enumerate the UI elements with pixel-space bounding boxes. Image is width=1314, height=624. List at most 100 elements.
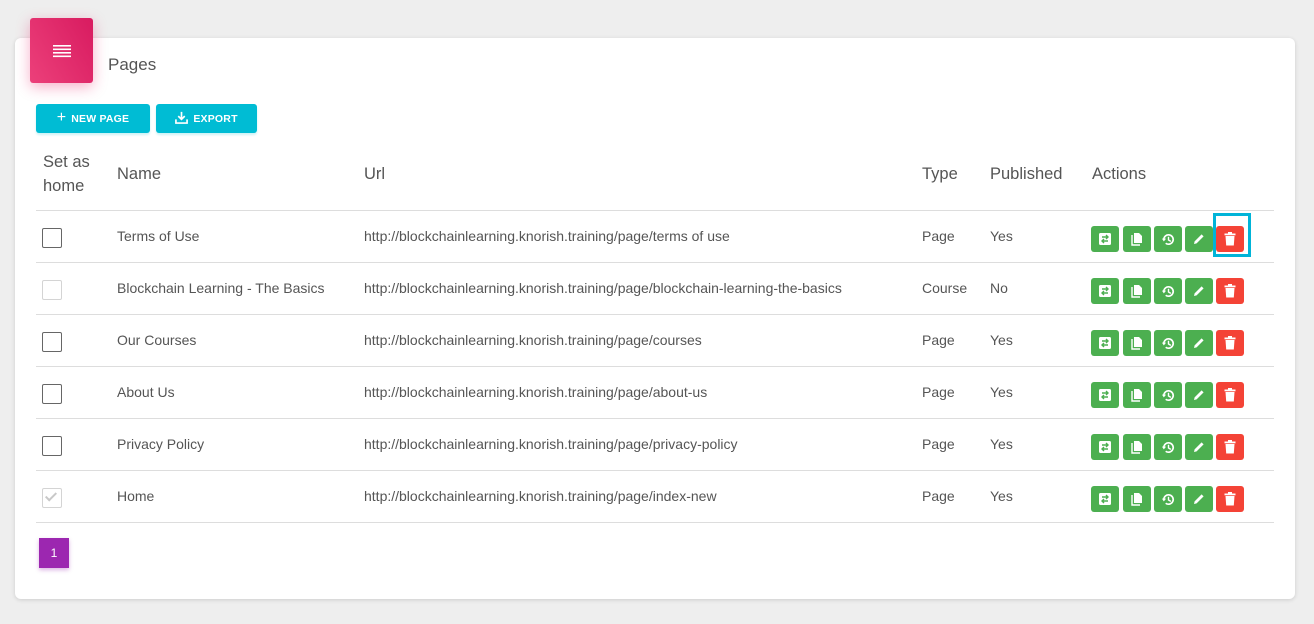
swap-button[interactable] (1091, 434, 1119, 460)
copy-icon (1130, 232, 1144, 246)
copy-button[interactable] (1123, 226, 1151, 252)
edit-button[interactable] (1185, 434, 1213, 460)
set-as-home-checkbox (42, 280, 62, 300)
page-name: Privacy Policy (117, 436, 205, 452)
column-header-name: Name (117, 165, 162, 183)
edit-icon (1192, 232, 1206, 246)
column-header-url: Url (364, 165, 386, 183)
edit-icon (1192, 492, 1206, 506)
column-header-set-home: Set as home (43, 150, 90, 198)
swap-icon (1098, 388, 1112, 402)
set-home-line2: home (43, 177, 85, 195)
copy-button[interactable] (1123, 278, 1151, 304)
edit-button[interactable] (1185, 382, 1213, 408)
export-label: EXPORT (193, 112, 238, 125)
swap-button[interactable] (1091, 330, 1119, 356)
history-button[interactable] (1154, 486, 1182, 512)
history-button[interactable] (1154, 434, 1182, 460)
swap-button[interactable] (1091, 278, 1119, 304)
set-home-line1: Set as (43, 153, 90, 171)
copy-icon (1130, 336, 1144, 350)
set-as-home-checkbox[interactable] (42, 384, 62, 404)
edit-icon (1192, 284, 1206, 298)
new-page-label: NEW PAGE (71, 112, 130, 125)
table-row: Home http://blockchainlearning.knorish.tr… (0, 471, 1314, 523)
swap-button[interactable] (1091, 382, 1119, 408)
check-icon (44, 489, 58, 502)
edit-icon (1192, 388, 1206, 402)
delete-icon (1224, 440, 1236, 454)
copy-button[interactable] (1123, 434, 1151, 460)
column-header-published: Published (990, 165, 1063, 183)
history-icon (1161, 284, 1176, 299)
copy-icon (1130, 284, 1144, 298)
page-published: No (990, 280, 1008, 296)
history-button[interactable] (1154, 226, 1182, 252)
edit-icon (1192, 336, 1206, 350)
swap-button[interactable] (1091, 226, 1119, 252)
download-icon (175, 111, 189, 127)
page-name: Home (117, 488, 155, 504)
set-as-home-checkbox[interactable] (42, 436, 62, 456)
delete-button[interactable] (1216, 382, 1244, 408)
copy-button[interactable] (1123, 486, 1151, 512)
column-header-type: Type (922, 165, 958, 183)
plus-icon: + (56, 108, 67, 126)
column-header-actions: Actions (1092, 165, 1147, 183)
swap-icon (1098, 492, 1112, 506)
table-row: About Us http://blockchainlearning.knoris… (0, 367, 1314, 419)
delete-icon (1224, 492, 1236, 506)
page-url: http://blockchainlearning.knorish.traini… (364, 228, 730, 244)
page-name: Blockchain Learning - The Basics (117, 280, 325, 296)
swap-button[interactable] (1091, 486, 1119, 512)
history-button[interactable] (1154, 382, 1182, 408)
export-button[interactable]: EXPORT (156, 104, 257, 133)
swap-icon (1098, 336, 1112, 350)
page-type: Page (922, 488, 955, 504)
page-url: http://blockchainlearning.knorish.traini… (364, 488, 717, 504)
page-url: http://blockchainlearning.knorish.traini… (364, 384, 708, 400)
copy-button[interactable] (1123, 330, 1151, 356)
copy-button[interactable] (1123, 382, 1151, 408)
delete-button[interactable] (1216, 330, 1244, 356)
edit-button[interactable] (1185, 278, 1213, 304)
history-icon (1161, 492, 1176, 507)
page-type: Page (922, 228, 955, 244)
page-published: Yes (990, 436, 1013, 452)
set-as-home-checkbox (42, 488, 62, 508)
edit-icon (1192, 440, 1206, 454)
history-icon (1161, 336, 1176, 351)
set-as-home-checkbox[interactable] (42, 228, 62, 248)
pagination-page-1[interactable]: 1 (39, 538, 69, 568)
history-button[interactable] (1154, 278, 1182, 304)
edit-button[interactable] (1185, 486, 1213, 512)
edit-button[interactable] (1185, 330, 1213, 356)
new-page-button[interactable]: + NEW PAGE (36, 104, 150, 133)
edit-button[interactable] (1185, 226, 1213, 252)
page-type: Page (922, 384, 955, 400)
delete-icon (1224, 284, 1236, 298)
page-type: Page (922, 332, 955, 348)
delete-button[interactable] (1216, 434, 1244, 460)
list-icon (30, 18, 93, 83)
swap-icon (1098, 440, 1112, 454)
history-button[interactable] (1154, 330, 1182, 356)
history-icon (1161, 388, 1176, 403)
delete-button[interactable] (1216, 278, 1244, 304)
delete-button[interactable] (1216, 226, 1244, 252)
delete-icon (1224, 336, 1236, 350)
delete-button[interactable] (1216, 486, 1244, 512)
page-title: Pages (108, 55, 157, 74)
page-published: Yes (990, 332, 1013, 348)
set-as-home-checkbox[interactable] (42, 332, 62, 352)
page-url: http://blockchainlearning.knorish.traini… (364, 332, 702, 348)
copy-icon (1130, 388, 1144, 402)
page-published: Yes (990, 488, 1013, 504)
row-divider (36, 522, 1274, 523)
delete-icon (1224, 388, 1236, 402)
page-name: Terms of Use (117, 228, 200, 244)
table-row: Privacy Policy http://blockchainlearning.… (0, 419, 1314, 471)
page-published: Yes (990, 228, 1013, 244)
swap-icon (1098, 284, 1112, 298)
page-url: http://blockchainlearning.knorish.traini… (364, 280, 842, 296)
